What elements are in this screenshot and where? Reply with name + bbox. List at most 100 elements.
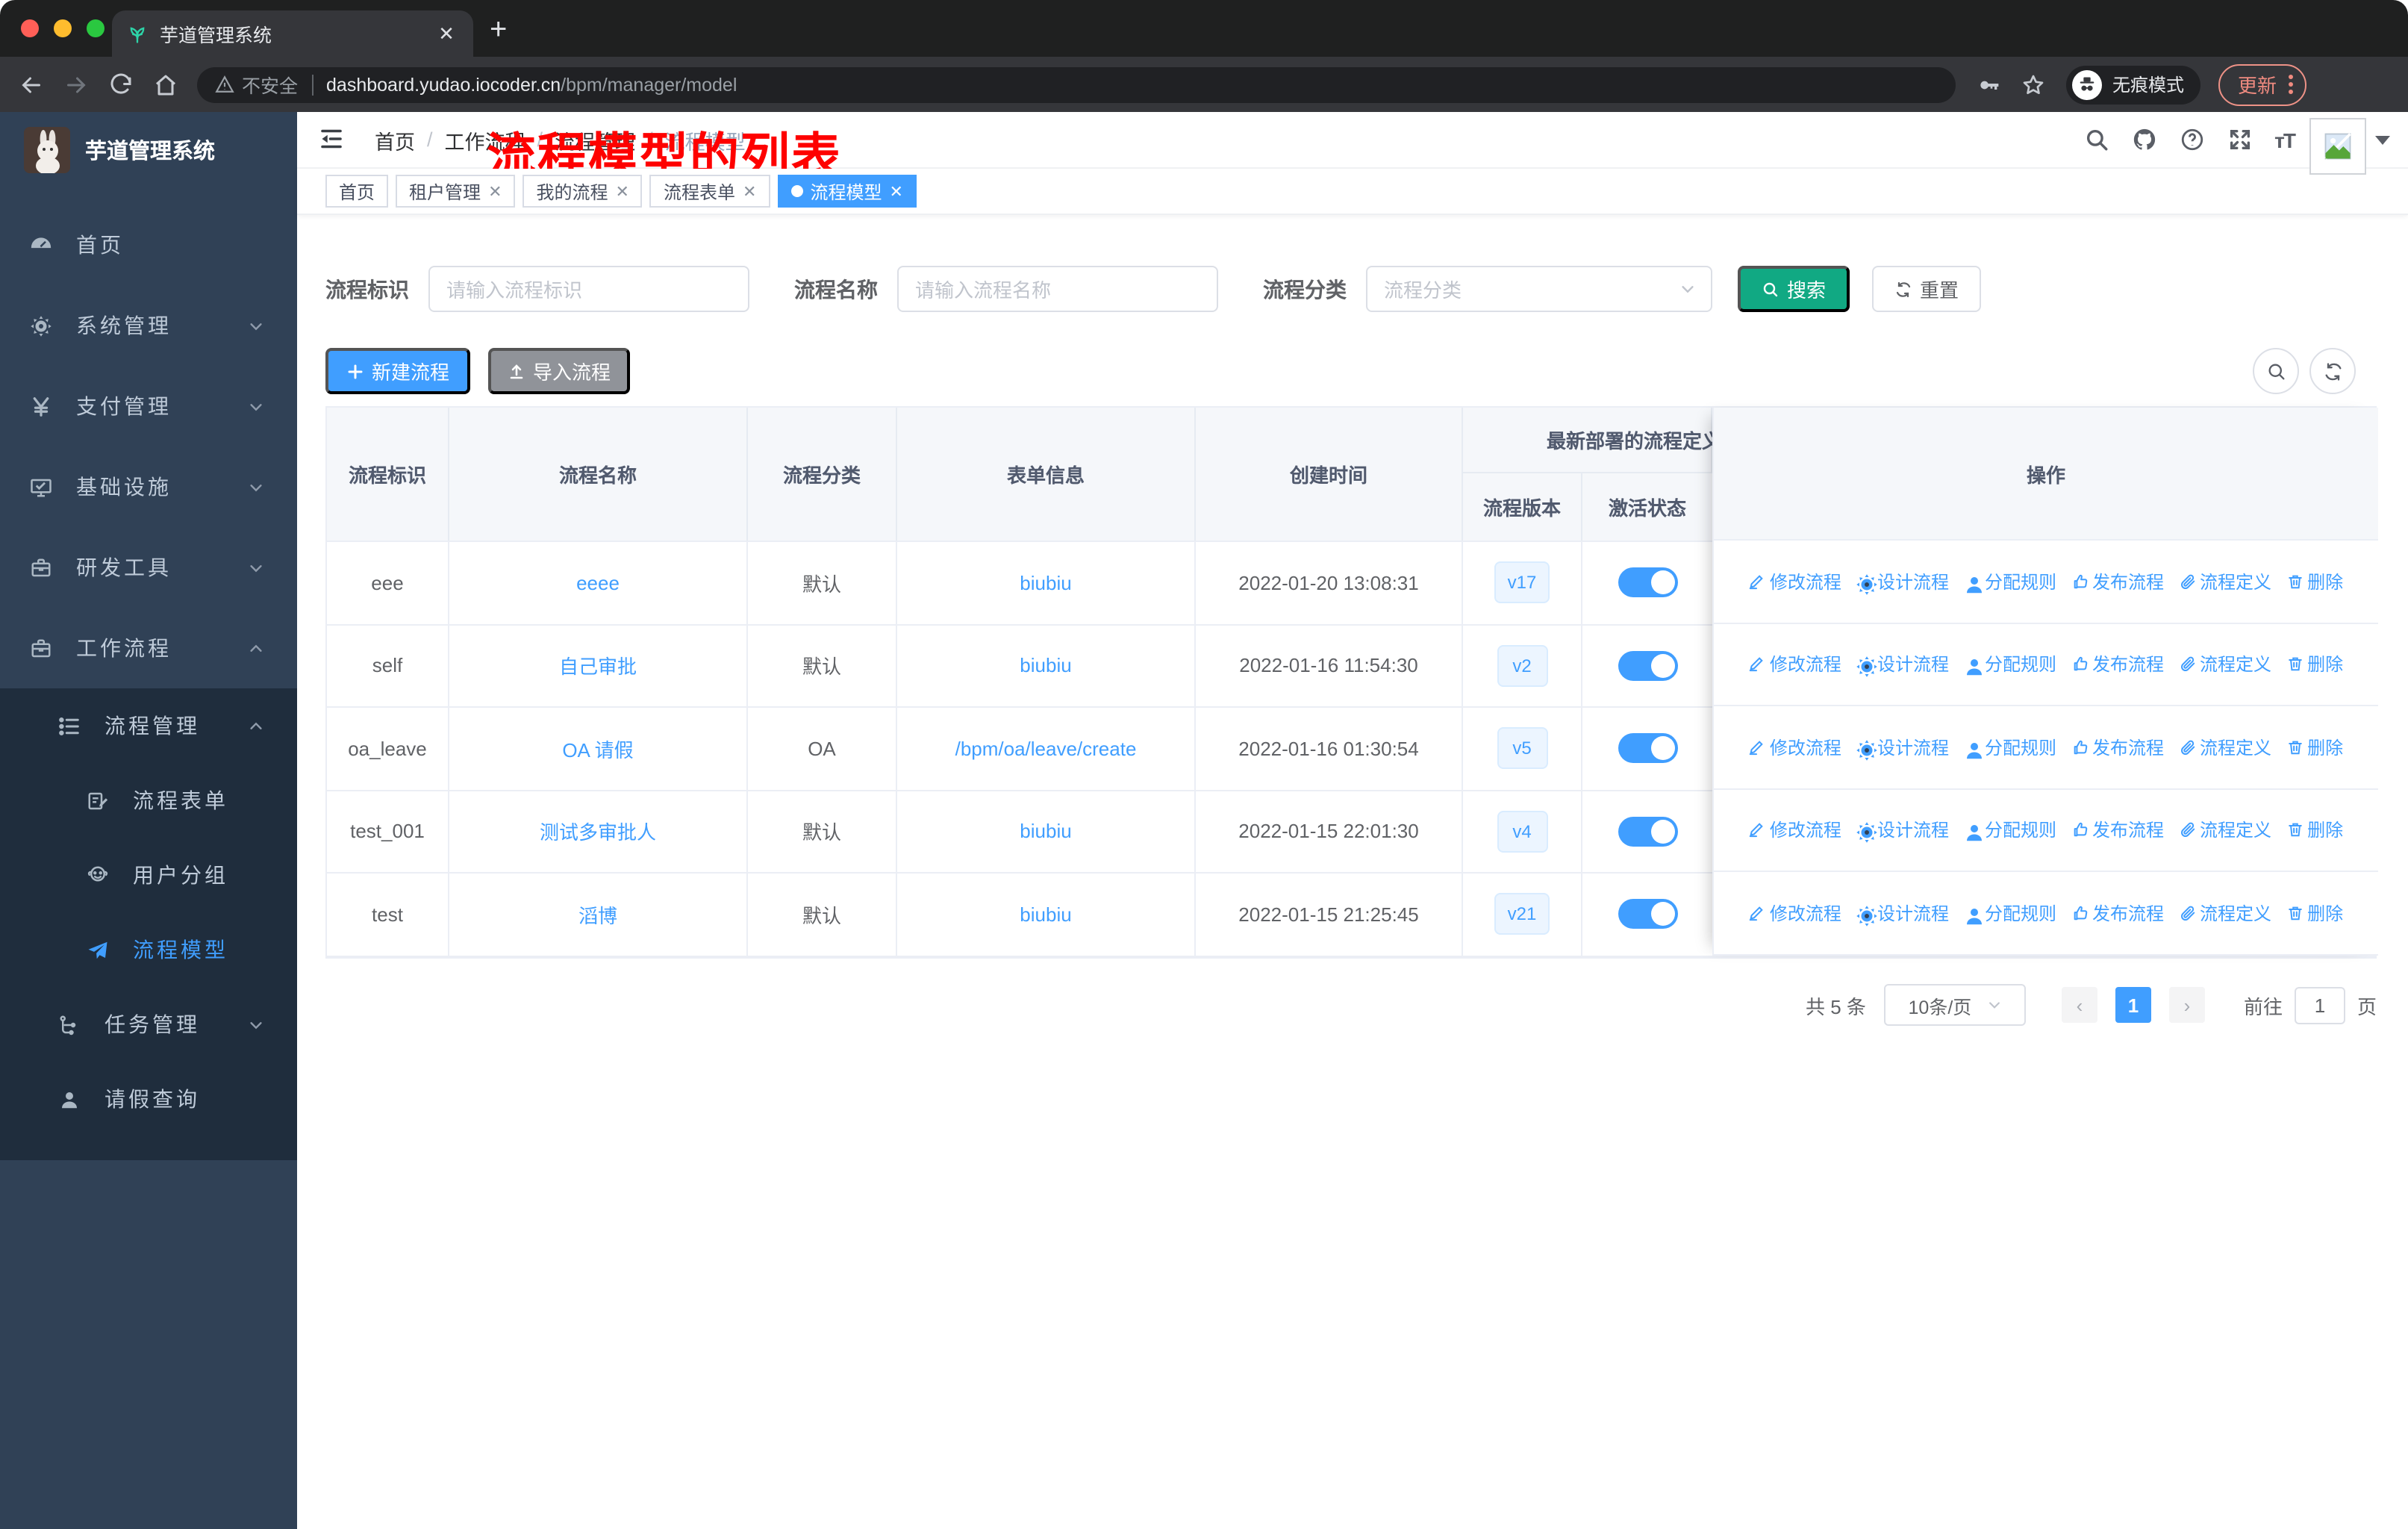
cell-form[interactable]: biubiu bbox=[897, 625, 1196, 706]
sidebar-item-用户分组[interactable]: 用户分组 bbox=[0, 838, 297, 912]
back-icon[interactable] bbox=[18, 71, 45, 98]
forward-icon[interactable] bbox=[63, 71, 90, 98]
sidebar-item-请假查询[interactable]: 请假查询 bbox=[0, 1062, 297, 1136]
refresh-button[interactable] bbox=[2309, 348, 2356, 394]
tag-流程表单[interactable]: 流程表单 ✕ bbox=[649, 175, 770, 208]
action-分配规则[interactable]: 分配规则 bbox=[1964, 818, 2056, 843]
active-toggle[interactable] bbox=[1618, 567, 1677, 598]
user-avatar[interactable] bbox=[2309, 118, 2366, 175]
action-设计流程[interactable]: 设计流程 bbox=[1856, 652, 1949, 678]
category-select[interactable]: 流程分类 bbox=[1366, 266, 1712, 312]
import-model-button[interactable]: 导入流程 bbox=[488, 348, 630, 394]
action-删除[interactable]: 删除 bbox=[2286, 652, 2343, 677]
action-删除[interactable]: 删除 bbox=[2286, 735, 2343, 760]
action-修改流程[interactable]: 修改流程 bbox=[1749, 569, 1841, 594]
action-流程定义[interactable]: 流程定义 bbox=[2179, 900, 2271, 926]
sidebar-item-流程管理[interactable]: 流程管理 bbox=[0, 688, 297, 763]
action-删除[interactable]: 删除 bbox=[2286, 818, 2343, 843]
sidebar-item-流程表单[interactable]: 流程表单 bbox=[0, 763, 297, 838]
sidebar-item-任务管理[interactable]: 任务管理 bbox=[0, 987, 297, 1062]
github-icon[interactable] bbox=[2131, 127, 2156, 152]
sidebar-item-工作流程[interactable]: 工作流程 bbox=[0, 608, 297, 688]
tab-close-icon[interactable]: ✕ bbox=[434, 22, 458, 46]
browser-tab[interactable]: 芋道管理系统 ✕ bbox=[112, 10, 473, 57]
page-size-select[interactable]: 10条/页 bbox=[1883, 984, 2026, 1026]
sidebar-item-首页[interactable]: 首页 bbox=[0, 205, 297, 285]
action-修改流程[interactable]: 修改流程 bbox=[1749, 900, 1841, 926]
search-icon[interactable] bbox=[2083, 127, 2109, 152]
reset-button[interactable]: 重置 bbox=[1872, 266, 1982, 312]
action-修改流程[interactable]: 修改流程 bbox=[1749, 735, 1841, 760]
reload-icon[interactable] bbox=[107, 71, 134, 98]
action-流程定义[interactable]: 流程定义 bbox=[2179, 735, 2271, 760]
goto-page-input[interactable]: 1 bbox=[2294, 986, 2345, 1024]
url-bar[interactable]: 不安全 dashboard.yudao.iocoder.cn/bpm/manag… bbox=[197, 66, 1956, 102]
active-toggle[interactable] bbox=[1618, 816, 1677, 847]
active-toggle[interactable] bbox=[1618, 899, 1677, 929]
browser-menu-icon[interactable] bbox=[2289, 72, 2294, 97]
font-size-icon[interactable]: ᴛT bbox=[2274, 128, 2296, 152]
active-toggle[interactable] bbox=[1618, 650, 1677, 681]
cell-name[interactable]: 滔博 bbox=[449, 874, 748, 955]
action-流程定义[interactable]: 流程定义 bbox=[2179, 652, 2271, 677]
tag-流程模型[interactable]: 流程模型 ✕ bbox=[777, 175, 917, 208]
page-number-button[interactable]: 1 bbox=[2115, 987, 2151, 1023]
action-修改流程[interactable]: 修改流程 bbox=[1749, 818, 1841, 843]
action-流程定义[interactable]: 流程定义 bbox=[2179, 569, 2271, 594]
action-发布流程[interactable]: 发布流程 bbox=[2071, 900, 2164, 926]
action-分配规则[interactable]: 分配规则 bbox=[1964, 900, 2056, 926]
update-button[interactable]: 更新 bbox=[2218, 63, 2307, 105]
home-icon[interactable] bbox=[152, 71, 179, 98]
bookmark-star-icon[interactable] bbox=[2021, 72, 2045, 96]
cell-form[interactable]: biubiu bbox=[897, 874, 1196, 955]
action-设计流程[interactable]: 设计流程 bbox=[1856, 735, 1949, 761]
action-发布流程[interactable]: 发布流程 bbox=[2071, 818, 2164, 843]
sidebar-item-流程模型[interactable]: 流程模型 bbox=[0, 912, 297, 987]
action-发布流程[interactable]: 发布流程 bbox=[2071, 652, 2164, 677]
tag-租户管理[interactable]: 租户管理 ✕ bbox=[396, 175, 516, 208]
tag-close-icon[interactable]: ✕ bbox=[743, 181, 756, 201]
zoom-window-button[interactable] bbox=[87, 19, 105, 37]
action-删除[interactable]: 删除 bbox=[2286, 900, 2343, 926]
tag-close-icon[interactable]: ✕ bbox=[889, 181, 902, 201]
action-流程定义[interactable]: 流程定义 bbox=[2179, 818, 2271, 843]
tag-我的流程[interactable]: 我的流程 ✕ bbox=[523, 175, 643, 208]
filter-input-流程名称[interactable]: 请输入流程名称 bbox=[897, 266, 1218, 312]
action-分配规则[interactable]: 分配规则 bbox=[1964, 652, 2056, 677]
action-发布流程[interactable]: 发布流程 bbox=[2071, 569, 2164, 594]
minimize-window-button[interactable] bbox=[54, 19, 72, 37]
prev-page-button[interactable]: ‹ bbox=[2061, 987, 2097, 1023]
tag-close-icon[interactable]: ✕ bbox=[488, 181, 502, 201]
sidebar-item-基础设施[interactable]: 基础设施 bbox=[0, 446, 297, 527]
create-model-button[interactable]: 新建流程 bbox=[325, 348, 470, 394]
action-发布流程[interactable]: 发布流程 bbox=[2071, 735, 2164, 760]
action-设计流程[interactable]: 设计流程 bbox=[1856, 569, 1949, 595]
next-page-button[interactable]: › bbox=[2168, 987, 2205, 1023]
sidebar-item-研发工具[interactable]: 研发工具 bbox=[0, 527, 297, 608]
collapse-sidebar-icon[interactable] bbox=[318, 125, 345, 152]
tag-close-icon[interactable]: ✕ bbox=[616, 181, 629, 201]
cell-form[interactable]: biubiu bbox=[897, 542, 1196, 623]
cell-name[interactable]: 测试多审批人 bbox=[449, 791, 748, 872]
action-分配规则[interactable]: 分配规则 bbox=[1964, 735, 2056, 760]
cell-name[interactable]: 自己审批 bbox=[449, 625, 748, 706]
action-设计流程[interactable]: 设计流程 bbox=[1856, 818, 1949, 844]
action-修改流程[interactable]: 修改流程 bbox=[1749, 652, 1841, 677]
close-window-button[interactable] bbox=[21, 19, 39, 37]
show-search-button[interactable] bbox=[2253, 348, 2299, 394]
cell-form[interactable]: /bpm/oa/leave/create bbox=[897, 708, 1196, 789]
password-key-icon[interactable] bbox=[1977, 72, 2000, 96]
sidebar-item-支付管理[interactable]: 支付管理 bbox=[0, 366, 297, 446]
fullscreen-icon[interactable] bbox=[2227, 127, 2252, 152]
action-分配规则[interactable]: 分配规则 bbox=[1964, 569, 2056, 594]
breadcrumb-item[interactable]: 首页 bbox=[375, 125, 415, 155]
new-tab-button[interactable]: + bbox=[490, 15, 507, 45]
active-toggle[interactable] bbox=[1618, 733, 1677, 764]
sidebar-logo[interactable]: 芋道管理系统 bbox=[0, 112, 297, 187]
action-删除[interactable]: 删除 bbox=[2286, 569, 2343, 594]
cell-name[interactable]: eeee bbox=[449, 542, 748, 623]
avatar-dropdown-caret-icon[interactable] bbox=[2375, 136, 2390, 145]
action-设计流程[interactable]: 设计流程 bbox=[1856, 900, 1949, 927]
help-icon[interactable] bbox=[2179, 127, 2204, 152]
sidebar-item-系统管理[interactable]: 系统管理 bbox=[0, 285, 297, 366]
